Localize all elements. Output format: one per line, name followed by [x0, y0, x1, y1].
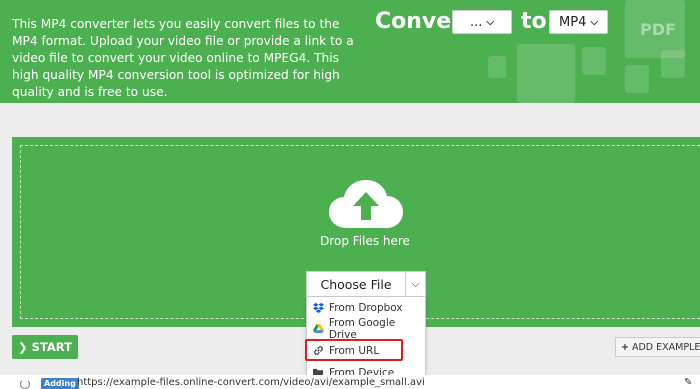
decorative-file-icon [488, 56, 506, 78]
status-badge: Adding [41, 378, 79, 389]
drop-files-label: Drop Files here [320, 234, 410, 248]
google-drive-icon [313, 323, 324, 334]
decorative-pdf-text: PDF [640, 20, 676, 39]
file-url: https://example-files.online-convert.com… [77, 377, 425, 388]
start-button[interactable]: ❯ START [12, 335, 78, 359]
menu-item-label: From Google Drive [328, 316, 396, 341]
chevron-down-icon[interactable]: ⌵ [406, 272, 425, 296]
loading-spinner-icon [20, 379, 30, 389]
choose-file-label: Choose File [307, 272, 406, 296]
add-example-file-button[interactable]: + ADD EXAMPLE F [615, 337, 700, 357]
source-format-select[interactable]: ... ⌵ [452, 10, 512, 34]
start-label: START [31, 340, 72, 354]
choose-file-button[interactable]: Choose File ⌵ [306, 271, 426, 297]
source-format-value: ... [470, 14, 483, 30]
chevron-down-icon: ⌵ [590, 16, 598, 28]
converter-description: This MP4 converter lets you easily conve… [12, 17, 354, 99]
decorative-file-icon [582, 47, 606, 75]
decorative-file-icon [625, 65, 649, 93]
to-label: to [521, 9, 547, 34]
menu-item-google-drive[interactable]: From Google Drive [307, 316, 425, 341]
add-example-label: ADD EXAMPLE F [631, 341, 700, 353]
upload-file-row: Adding https://example-files.online-conv… [0, 375, 700, 389]
target-format-select[interactable]: MP4 ⌵ [549, 10, 608, 34]
decorative-file-icon [517, 44, 575, 103]
chevron-right-icon: ❯ [18, 340, 28, 354]
pencil-icon[interactable]: ✎ [684, 377, 692, 388]
chevron-down-icon: ⌵ [486, 16, 494, 28]
target-format-value: MP4 [559, 14, 587, 30]
header-banner: PDF This MP4 converter lets you easily c… [0, 0, 700, 103]
from-url-highlight-box [305, 339, 403, 361]
decorative-file-icon [661, 50, 685, 78]
menu-item-label: From Dropbox [329, 301, 403, 314]
dropbox-icon [313, 302, 324, 313]
cloud-upload-icon [329, 180, 403, 228]
menu-item-dropbox[interactable]: From Dropbox [307, 297, 425, 318]
plus-icon: + [621, 341, 629, 353]
